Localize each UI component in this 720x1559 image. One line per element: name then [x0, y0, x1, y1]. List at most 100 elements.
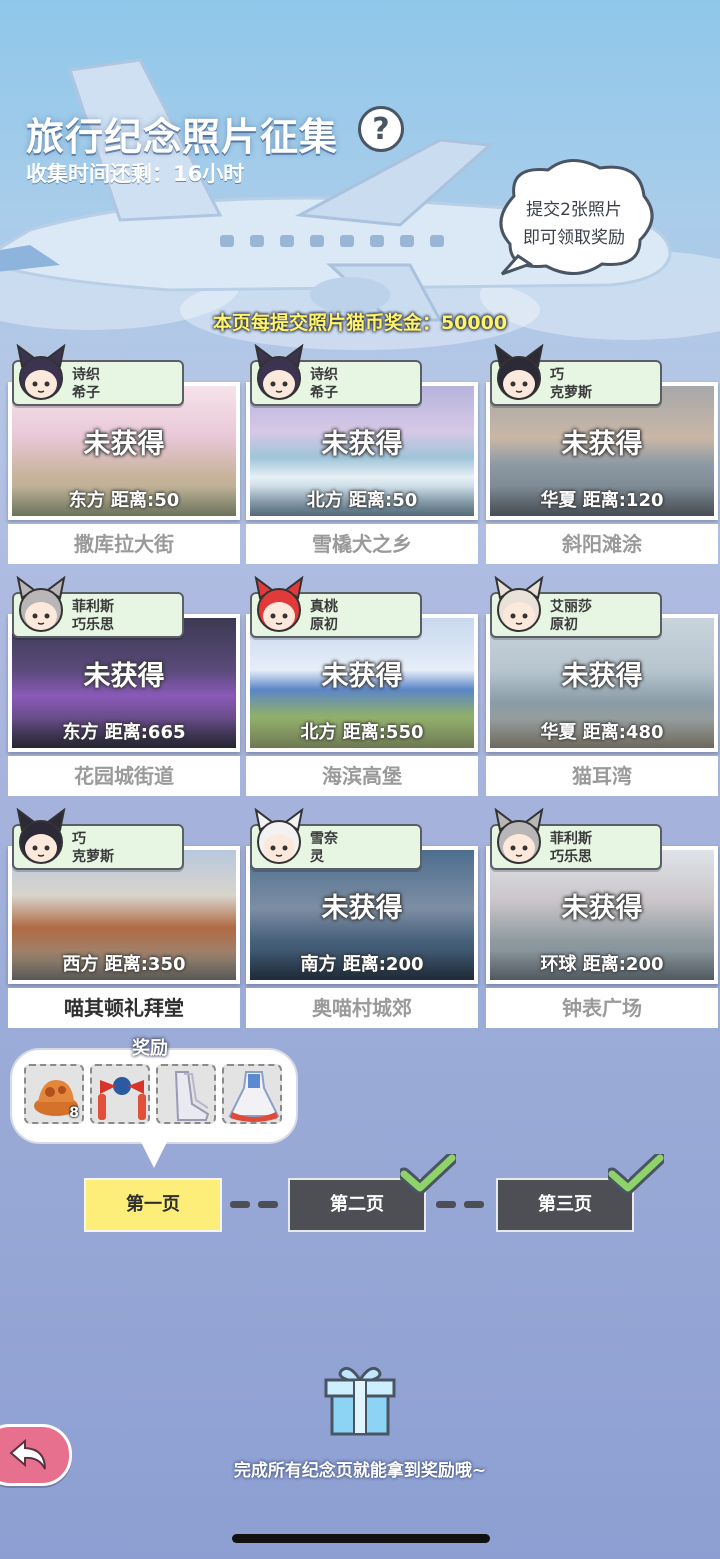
connector-dash	[436, 1201, 456, 1208]
character-avatar-icon	[254, 808, 304, 864]
ribbon-bow-icon	[98, 1077, 146, 1120]
character-title: 灵	[310, 849, 324, 865]
character-title: 克萝斯	[72, 849, 114, 865]
connector-dash	[464, 1201, 484, 1208]
place-name: 斜阳滩涂	[486, 524, 718, 564]
character-avatar-icon	[494, 344, 544, 400]
character-title: 原初	[550, 617, 578, 633]
character-title: 巧乐思	[72, 617, 114, 633]
direction-distance: 北方 距离:550	[250, 718, 474, 748]
character-title: 希子	[310, 385, 338, 401]
photo-card[interactable]: 未获得环球 距离:200 钟表广场 菲利斯巧乐思	[486, 808, 718, 1028]
character-names: 雪奈灵	[310, 830, 338, 866]
character-names: 真桃 原初	[310, 598, 338, 634]
character-names: 巧克萝斯	[550, 366, 592, 402]
status-label: 未获得	[83, 661, 165, 692]
character-avatar-icon	[254, 344, 304, 400]
character-avatar-icon	[494, 808, 544, 864]
place-name: 猫耳湾	[486, 756, 718, 796]
direction-distance: 北方 距离:50	[250, 486, 474, 516]
character-names: 巧克萝斯	[72, 830, 114, 866]
direction-distance: 东方 距离:665	[12, 718, 236, 748]
status-label: 未获得	[561, 661, 643, 692]
back-arrow-icon	[9, 1439, 46, 1470]
bottom-tip: 完成所有纪念页就能拿到奖励哦~	[233, 1461, 487, 1481]
home-indicator	[232, 1534, 490, 1543]
back-button[interactable]	[0, 1424, 72, 1486]
character-name: 菲利斯	[72, 599, 114, 615]
status-label: 未获得	[321, 429, 403, 460]
check-icon	[608, 1154, 664, 1194]
status-label: 未获得	[321, 661, 403, 692]
place-name: 花园城街道	[8, 756, 240, 796]
direction-distance: 华夏 距离:480	[490, 718, 714, 748]
character-name: 艾丽莎	[550, 599, 592, 615]
character-avatar-icon	[16, 344, 66, 400]
place-name: 喵其顿礼拜堂	[8, 988, 240, 1028]
character-title: 巧乐思	[550, 849, 592, 865]
direction-distance: 东方 距离:50	[12, 486, 236, 516]
reward-popup-tail	[140, 1140, 168, 1168]
character-avatar-icon	[494, 576, 544, 632]
direction-distance: 环球 距离:200	[490, 950, 714, 980]
character-names: 诗织 希子	[72, 366, 100, 402]
photo-card[interactable]: 未获得北方 距离:50 雪橇犬之乡 诗织希子	[246, 344, 478, 564]
reward-item-ribbon[interactable]	[90, 1064, 150, 1124]
character-avatar-icon	[254, 576, 304, 632]
boots-icon	[174, 1071, 210, 1121]
character-name: 菲利斯	[550, 831, 592, 847]
character-name: 诗织	[310, 367, 338, 383]
reward-item-boots[interactable]	[156, 1064, 216, 1124]
character-title: 希子	[72, 385, 100, 401]
direction-distance: 西方 距离:350	[12, 950, 236, 980]
bubble-line-2: 即可领取奖励	[523, 228, 625, 248]
character-name: 诗织	[72, 367, 100, 383]
character-names: 艾丽莎 原初	[550, 598, 592, 634]
character-title: 原初	[310, 617, 338, 633]
character-avatar-icon	[16, 576, 66, 632]
page-title: 旅行纪念照片征集	[26, 115, 339, 159]
direction-distance: 南方 距离:200	[250, 950, 474, 980]
character-name: 雪奈	[310, 831, 338, 847]
place-name: 撒库拉大街	[8, 524, 240, 564]
character-names: 菲利斯 巧乐思	[72, 598, 114, 634]
collection-timer: 收集时间还剩：16小时	[26, 162, 245, 186]
photo-card[interactable]: 未获得北方 距离:550 海滨高堡 真桃原初	[246, 576, 478, 796]
photo-card[interactable]: 未获得东方 距离:665 花园城街道 菲利斯巧乐思	[8, 576, 240, 796]
status-label: 未获得	[561, 429, 643, 460]
reward-label: 奖励	[132, 1038, 168, 1059]
photo-card[interactable]: 未获得华夏 距离:480 猫耳湾 艾丽莎原初	[486, 576, 718, 796]
help-button[interactable]: ?	[358, 106, 404, 152]
status-label: 未获得	[561, 893, 643, 924]
dress-icon	[228, 1071, 280, 1122]
reward-item-food[interactable]: 8	[24, 1064, 84, 1124]
character-name: 巧	[550, 367, 564, 383]
place-name: 钟表广场	[486, 988, 718, 1028]
status-label: 未获得	[83, 429, 165, 460]
photo-card[interactable]: 未获得华夏 距离:120 斜阳滩涂 巧克萝斯	[486, 344, 718, 564]
character-name: 巧	[72, 831, 86, 847]
photo-card[interactable]: 未获得南方 距离:200 奥喵村城郊 雪奈灵	[246, 808, 478, 1028]
character-avatar-icon	[16, 808, 66, 864]
place-name: 海滨高堡	[246, 756, 478, 796]
gift-box-icon[interactable]	[322, 1362, 398, 1438]
photo-card[interactable]: 西方 距离:350 喵其顿礼拜堂 巧克萝斯	[8, 808, 240, 1028]
character-names: 诗织 希子	[310, 366, 338, 402]
character-name: 真桃	[310, 599, 338, 615]
check-icon	[400, 1154, 456, 1194]
place-name: 雪橇犬之乡	[246, 524, 478, 564]
tab-page-1[interactable]: 第一页	[84, 1178, 222, 1232]
reward-item-dress[interactable]	[222, 1064, 282, 1124]
status-label: 未获得	[321, 893, 403, 924]
direction-distance: 华夏 距离:120	[490, 486, 714, 516]
connector-dash	[230, 1201, 250, 1208]
bubble-text: 提交2张照片 即可领取奖励	[490, 196, 658, 252]
question-icon: ?	[372, 111, 390, 147]
reward-count: 8	[69, 1105, 79, 1121]
character-title: 克萝斯	[550, 385, 592, 401]
bubble-line-1: 提交2张照片	[526, 200, 622, 220]
connector-dash	[258, 1201, 278, 1208]
place-name: 奥喵村城郊	[246, 988, 478, 1028]
bonus-banner: 本页每提交照片猫币奖金：50000	[212, 312, 508, 334]
photo-card[interactable]: 未获得东方 距离:50 撒库拉大街 诗织希子	[8, 344, 240, 564]
